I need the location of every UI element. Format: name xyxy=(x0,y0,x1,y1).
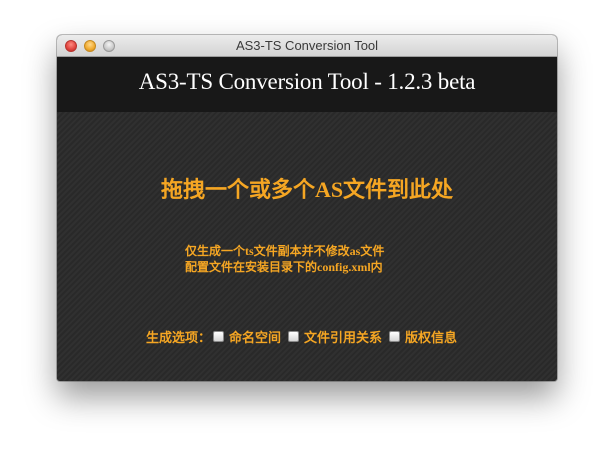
app-header: AS3-TS Conversion Tool - 1.2.3 beta xyxy=(57,57,557,112)
option-namespace[interactable]: 命名空间 xyxy=(213,327,281,346)
file-references-checkbox[interactable] xyxy=(288,330,300,342)
namespace-checkbox[interactable] xyxy=(213,330,225,342)
options-label: 生成选项： xyxy=(146,329,212,345)
option-namespace-label: 命名空间 xyxy=(229,329,282,345)
copyright-checkbox[interactable] xyxy=(389,330,401,342)
note-line-config-location: 配置文件在安装目录下的config.xml内 xyxy=(185,260,383,274)
generation-options: 生成选项： 命名空间 文件引用关系 版权信息 xyxy=(146,327,464,345)
note-line-copy-only: 仅生成一个ts文件副本并不修改as文件 xyxy=(185,244,385,258)
drop-hint-text: 拖拽一个或多个AS文件到此处 xyxy=(160,177,454,202)
window-title: AS3-TS Conversion Tool xyxy=(235,38,379,53)
option-copyright[interactable]: 版权信息 xyxy=(389,327,457,346)
notes-text: 仅生成一个ts文件副本并不修改as文件 配置文件在安装目录下的config.xm… xyxy=(185,243,384,275)
app-window: AS3-TS Conversion Tool AS3-TS Conversion… xyxy=(57,35,557,381)
option-copyright-label: 版权信息 xyxy=(405,329,458,345)
option-file-references-label: 文件引用关系 xyxy=(304,329,383,345)
title-bar[interactable]: AS3-TS Conversion Tool xyxy=(57,35,557,57)
drop-zone[interactable]: 拖拽一个或多个AS文件到此处 仅生成一个ts文件副本并不修改as文件 配置文件在… xyxy=(57,112,557,381)
app-title: AS3-TS Conversion Tool - 1.2.3 beta xyxy=(138,69,476,94)
option-file-references[interactable]: 文件引用关系 xyxy=(288,327,382,346)
